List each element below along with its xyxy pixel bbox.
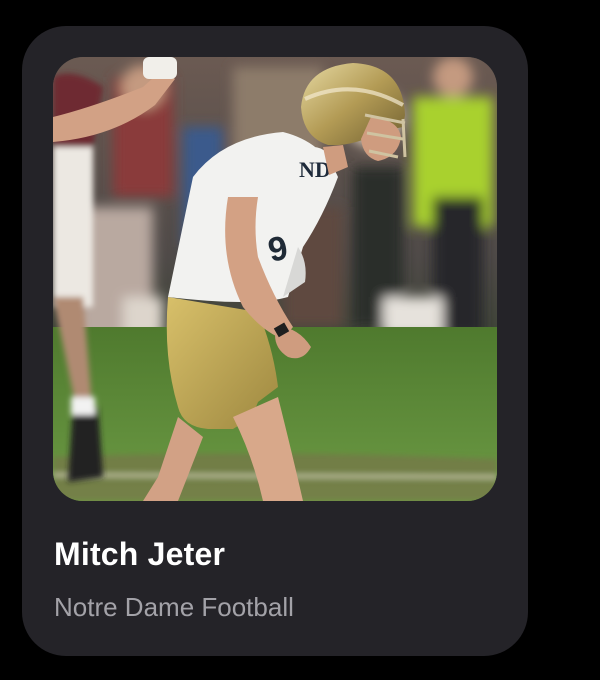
player-team: Notre Dame Football: [54, 592, 294, 622]
player-name: Mitch Jeter: [54, 536, 226, 572]
page: 9 ND Mitch Jeter Notre Dame Football: [0, 0, 600, 680]
player-photo: 9 ND: [53, 57, 497, 501]
player-photo-illustration: 9 ND: [53, 57, 497, 501]
player-card[interactable]: 9 ND Mitch Jeter Notre Dame Football: [22, 26, 528, 656]
